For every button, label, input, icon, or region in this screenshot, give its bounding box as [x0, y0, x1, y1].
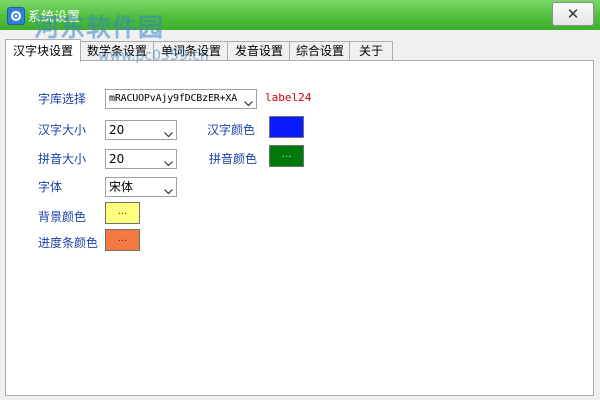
gear-icon	[7, 7, 25, 25]
tab-general[interactable]: 综合设置	[289, 41, 351, 60]
progress-color-button[interactable]: ...	[105, 229, 140, 251]
font-library-select[interactable]: mRACUOPvAjy9fDCBzER+XA	[105, 89, 257, 109]
progress-color-dots: ...	[117, 233, 128, 244]
pinyin-size-select[interactable]: 20	[105, 149, 177, 169]
pinyin-color-dots: ...	[281, 149, 292, 160]
background-color-dots: ...	[117, 206, 128, 217]
progress-color-label: 进度条颜色	[38, 236, 99, 250]
background-color-button[interactable]: ...	[105, 202, 140, 224]
hanzi-size-select[interactable]: 20	[105, 120, 177, 140]
chevron-down-icon	[164, 182, 173, 196]
tab-hanzi-block[interactable]: 汉字块设置	[5, 39, 81, 62]
pinyin-color-button[interactable]: ...	[269, 145, 304, 167]
close-icon: ✕	[566, 5, 580, 23]
close-button[interactable]: ✕	[552, 2, 594, 26]
hanzi-size-label: 汉字大小	[38, 123, 87, 137]
tab-about[interactable]: 关于	[349, 41, 393, 60]
font-library-value: mRACUOPvAjy9fDCBzER+XA	[109, 93, 238, 104]
site-watermark-url: www.pc0359.cn	[98, 48, 209, 64]
pinyin-size-value: 20	[109, 152, 125, 166]
hanzi-size-value: 20	[109, 123, 125, 137]
tab-pronunciation[interactable]: 发音设置	[227, 41, 291, 60]
font-library-label: 字库选择	[38, 92, 87, 106]
settings-panel: 字库选择 mRACUOPvAjy9fDCBzER+XA label24 汉字大小…	[5, 60, 594, 396]
font-select[interactable]: 宋体	[105, 177, 177, 197]
background-color-label: 背景颜色	[38, 210, 87, 224]
font-preview-label: label24	[265, 91, 312, 104]
chevron-down-icon	[244, 94, 253, 108]
chevron-down-icon	[164, 125, 173, 139]
pinyin-color-label: 拼音颜色	[209, 152, 258, 166]
hanzi-color-label: 汉字颜色	[207, 123, 256, 137]
font-label: 字体	[38, 180, 63, 194]
hanzi-color-button[interactable]	[269, 116, 304, 138]
pinyin-size-label: 拼音大小	[38, 152, 87, 166]
settings-window: 系统设置 ✕ 汉字块设置 数学条设置 单词条设置 发音设置 综合设置 关于 字库…	[0, 0, 600, 400]
chevron-down-icon	[164, 154, 173, 168]
font-value: 宋体	[109, 180, 134, 194]
